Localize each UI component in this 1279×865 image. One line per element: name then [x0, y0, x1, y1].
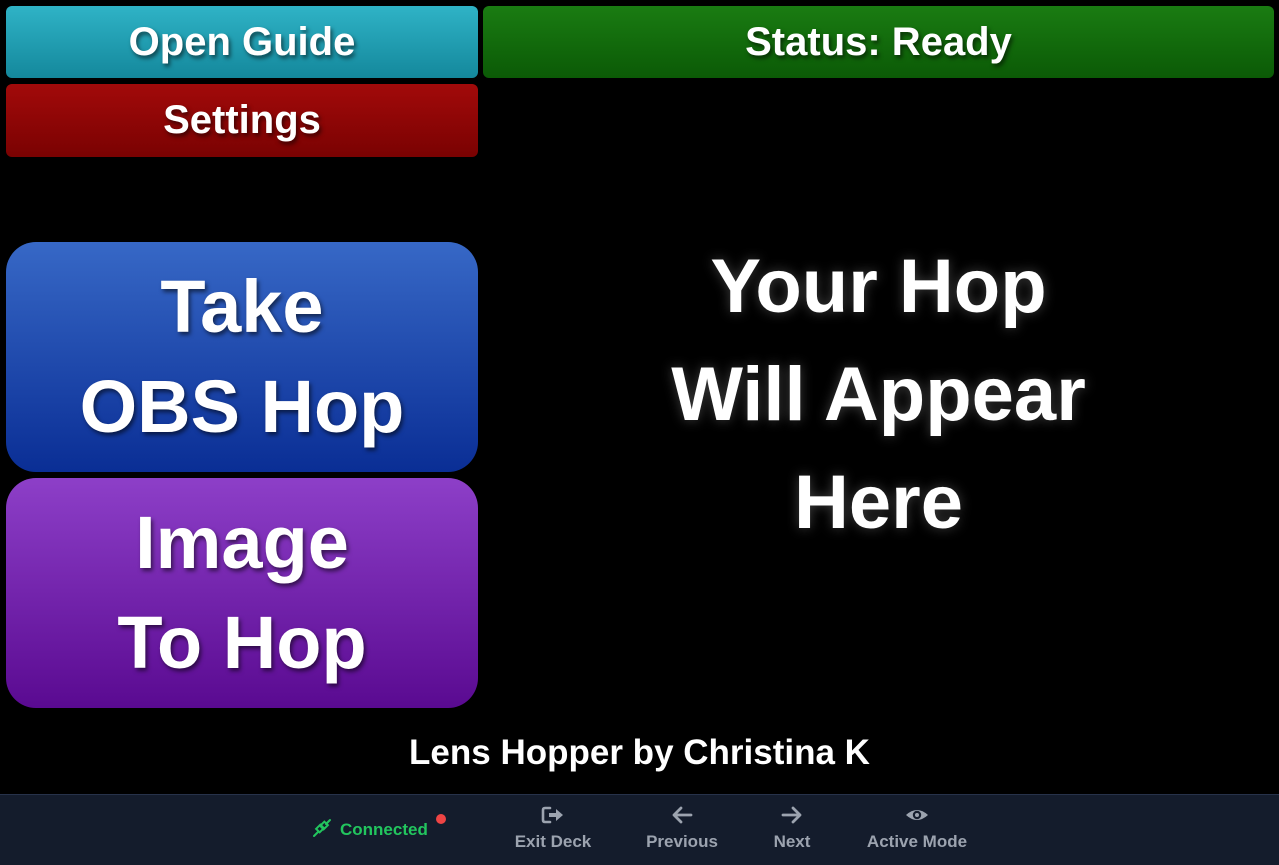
app-credit: Lens Hopper by Christina K — [409, 733, 870, 772]
exit-deck-button[interactable]: Exit Deck — [504, 805, 602, 859]
active-mode-button[interactable]: Active Mode — [858, 805, 976, 859]
sign-out-icon — [541, 805, 565, 832]
eye-icon — [904, 805, 930, 832]
exit-deck-label: Exit Deck — [514, 832, 592, 851]
previous-label: Previous — [646, 832, 718, 851]
status-dot-icon — [436, 814, 446, 824]
preview-line1: Your Hop — [710, 244, 1047, 329]
take-obs-hop-button[interactable]: Take OBS Hop — [6, 242, 478, 472]
preview-line2: Will Appear — [671, 352, 1086, 437]
status-label: Status: Ready — [745, 19, 1012, 64]
plug-icon — [312, 818, 332, 843]
lens-hopper-deck: Open Guide Status: Ready Settings Take O… — [0, 0, 1279, 865]
arrow-left-icon — [670, 805, 694, 832]
status-indicator: Status: Ready — [483, 6, 1274, 78]
previous-button[interactable]: Previous — [636, 805, 728, 859]
bottom-toolbar: Connected Exit Deck Previous Next Active… — [0, 794, 1279, 865]
active-mode-label: Active Mode — [866, 832, 968, 851]
settings-button[interactable]: Settings — [6, 84, 478, 157]
next-button[interactable]: Next — [760, 805, 824, 859]
take-hop-line1: Take — [160, 265, 324, 348]
preview-line3: Here — [794, 460, 963, 545]
image-hop-line1: Image — [135, 501, 349, 584]
take-hop-line2: OBS Hop — [79, 365, 405, 448]
next-label: Next — [773, 832, 811, 851]
open-guide-label: Open Guide — [128, 19, 356, 64]
image-hop-line2: To Hop — [117, 601, 367, 684]
open-guide-button[interactable]: Open Guide — [6, 6, 478, 78]
connection-label: Connected — [340, 820, 428, 839]
arrow-right-icon — [780, 805, 804, 832]
hop-preview-area: Your Hop Will Appear Here — [483, 235, 1274, 555]
settings-label: Settings — [163, 98, 321, 142]
image-to-hop-button[interactable]: Image To Hop — [6, 478, 478, 708]
connection-status: Connected — [312, 814, 446, 845]
